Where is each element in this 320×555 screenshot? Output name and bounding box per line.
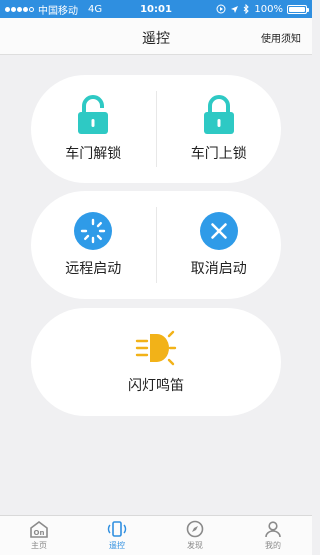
cancel-start-button[interactable]: 取消启动 — [157, 191, 282, 299]
door-control-card: 车门解锁 车门上锁 — [31, 75, 281, 183]
headlight-icon — [135, 330, 177, 366]
unlock-door-button[interactable]: 车门解锁 — [31, 75, 156, 183]
cancel-start-label: 取消启动 — [190, 261, 247, 277]
spinner-icon — [74, 212, 113, 250]
flash-horn-label: 闪灯鸣笛 — [128, 378, 184, 394]
flash-horn-button[interactable]: 闪灯鸣笛 — [31, 308, 281, 416]
battery-icon — [287, 4, 309, 14]
compass-icon — [186, 520, 204, 538]
network-type: 4G — [88, 3, 103, 15]
lock-door-button[interactable]: 车门上锁 — [157, 75, 282, 183]
status-left: 中国移动 4G — [5, 2, 102, 17]
remote-start-label: 远程启动 — [65, 261, 122, 277]
status-bar: 中国移动 4G 10:01 100% — [0, 0, 312, 18]
unlock-icon — [78, 95, 109, 134]
flash-horn-card: 闪灯鸣笛 — [31, 308, 281, 416]
lock-icon — [203, 95, 234, 134]
remote-icon — [107, 521, 127, 537]
carrier-name: 中国移动 — [38, 5, 78, 17]
nav-bar: 遥控 使用须知 — [0, 18, 312, 55]
location-icon — [231, 5, 239, 13]
unlock-door-label: 车门解锁 — [65, 146, 122, 162]
bluetooth-icon — [244, 4, 250, 14]
tab-remote-label: 遥控 — [109, 541, 125, 550]
home-icon: On — [30, 521, 48, 538]
screen-lock-icon — [216, 4, 226, 14]
engine-control-card: 远程启动 取消启动 — [31, 191, 281, 299]
status-right: 100% — [216, 3, 309, 15]
battery-percent: 100% — [254, 3, 283, 15]
close-icon — [199, 212, 238, 250]
svg-text:On: On — [34, 529, 45, 537]
signal-strength-icon — [5, 6, 34, 12]
tab-discover-label: 发现 — [187, 541, 203, 550]
tab-home[interactable]: On 主页 — [0, 516, 78, 555]
remote-start-button[interactable]: 远程启动 — [31, 191, 156, 299]
tab-bar: On 主页 遥控 发现 我的 — [0, 515, 312, 555]
usage-notes-link[interactable]: 使用须知 — [261, 30, 301, 45]
tab-remote[interactable]: 遥控 — [78, 516, 156, 555]
tab-discover[interactable]: 发现 — [156, 516, 234, 555]
user-icon — [265, 521, 281, 538]
tab-home-label: 主页 — [31, 541, 47, 550]
tab-profile-label: 我的 — [265, 541, 281, 550]
tab-profile[interactable]: 我的 — [234, 516, 312, 555]
lock-door-label: 车门上锁 — [190, 146, 247, 162]
